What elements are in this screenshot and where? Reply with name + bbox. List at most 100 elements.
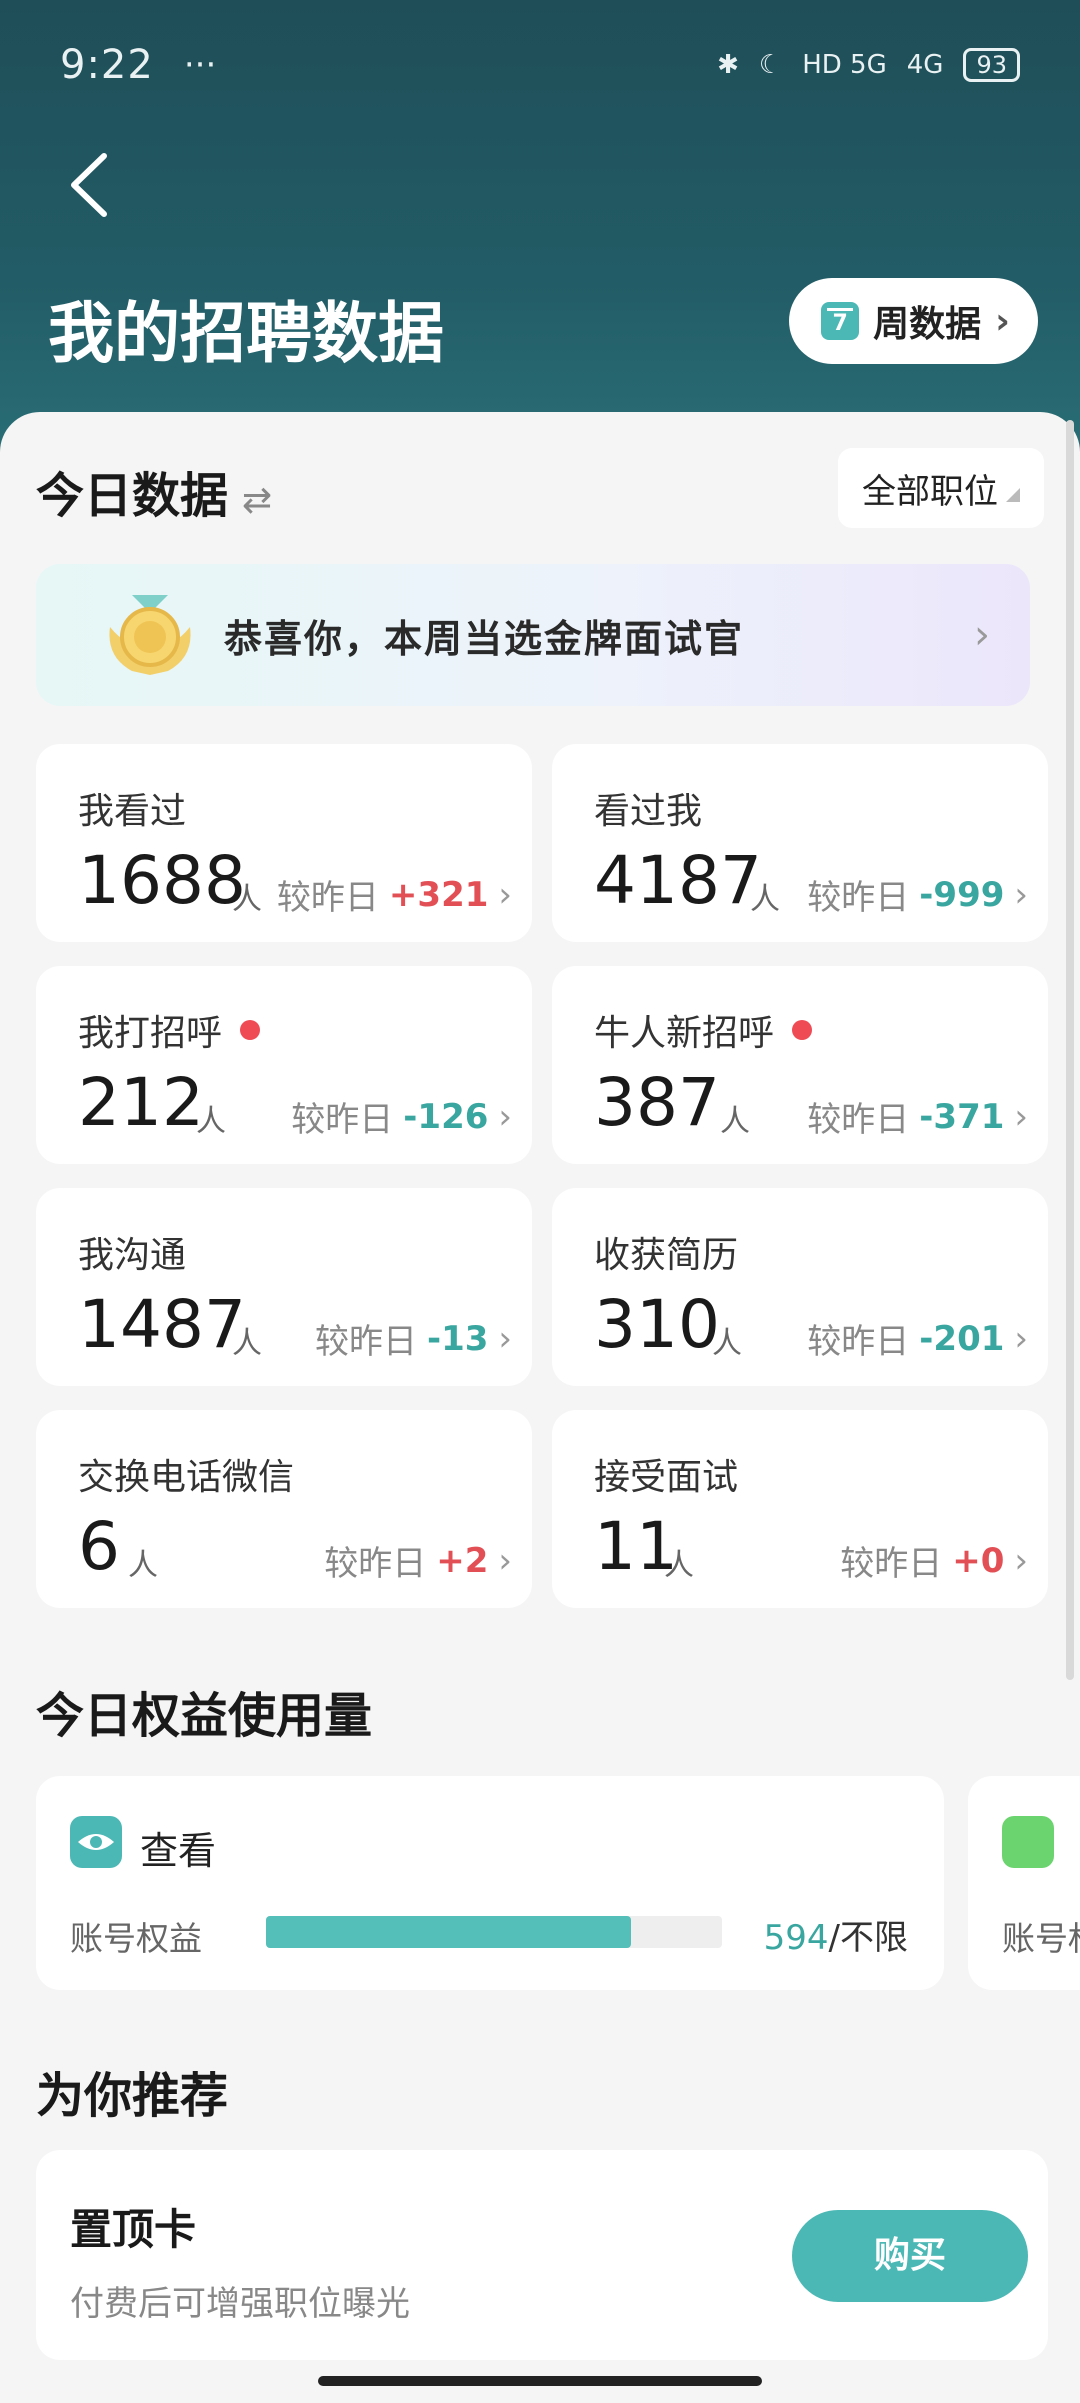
stat-delta: -13	[426, 1318, 489, 1359]
status-more-icon: ···	[183, 45, 217, 85]
stat-card-exchange-contact[interactable]: 交换电话微信 6 人 较昨日 +2 ›	[36, 1410, 532, 1608]
stat-unit: 人	[232, 882, 262, 917]
gold-interviewer-banner[interactable]: 恭喜你，本周当选金牌面试官 ›	[36, 564, 1030, 706]
stat-unit: 人	[196, 1104, 226, 1139]
chevron-right-icon: ›	[498, 1318, 512, 1359]
chevron-right-icon: ›	[498, 874, 512, 915]
benefit-limit: /不限	[828, 1918, 908, 1958]
network-5g: HD 5G	[802, 50, 887, 80]
compare-label: 较昨日	[840, 1544, 943, 1584]
chevron-right-icon: ›	[1014, 1540, 1028, 1581]
chevron-right-icon: ›	[498, 1096, 512, 1137]
calendar-icon: 7	[821, 302, 860, 340]
stat-label: 交换电话微信	[78, 1457, 295, 1498]
benefit-used: 594	[763, 1918, 829, 1958]
compare-label: 较昨日	[314, 1322, 417, 1362]
status-time: 9:22	[60, 42, 154, 88]
moon-icon: ☾	[758, 50, 783, 80]
stat-value: 1688	[78, 842, 246, 919]
stat-unit: 人	[128, 1548, 158, 1583]
stat-unit: 人	[720, 1104, 750, 1139]
stat-label: 我看过	[78, 791, 187, 832]
week-data-button[interactable]: 7 周数据 ›	[789, 278, 1038, 364]
stat-delta: +0	[952, 1540, 1005, 1581]
stat-value: 310	[594, 1286, 720, 1363]
stat-delta: +2	[436, 1540, 489, 1581]
stat-card-interviews[interactable]: 接受面试 11 人 较昨日 +0 ›	[552, 1410, 1048, 1608]
stat-label: 看过我	[594, 791, 703, 832]
back-arrow-icon[interactable]	[64, 150, 114, 220]
compare-label: 较昨日	[807, 878, 910, 918]
compare-label: 较昨日	[276, 878, 379, 918]
benefit-label: 账号权	[1002, 1919, 1080, 1958]
benefit-card-view[interactable]: 查看 账号权益 594/不限	[36, 1776, 944, 1990]
stat-card-greeted[interactable]: 我打招呼 212 人 较昨日 -126 ›	[36, 966, 532, 1164]
stat-label: 牛人新招呼	[594, 1013, 775, 1054]
stat-unit: 人	[712, 1326, 742, 1361]
benefit-progress-bar	[266, 1916, 722, 1948]
stat-unit: 人	[664, 1548, 694, 1583]
chevron-right-icon: ›	[498, 1540, 512, 1581]
page-title: 我的招聘数据	[48, 295, 444, 372]
benefit-progress-fill	[266, 1916, 631, 1948]
recommend-heading: 为你推荐	[36, 2068, 229, 2124]
chevron-right-icon: ›	[1014, 1318, 1028, 1359]
recommend-desc: 付费后可增强职位曝光	[70, 2284, 410, 2324]
chat-icon	[1002, 1816, 1054, 1868]
stat-delta: -999	[919, 874, 1005, 915]
chevron-right-icon: ›	[974, 612, 990, 658]
stat-delta: -201	[919, 1318, 1005, 1359]
stat-delta: -126	[403, 1096, 489, 1137]
stat-unit: 人	[750, 882, 780, 917]
stat-card-resumes[interactable]: 收获简历 310 人 较昨日 -201 ›	[552, 1188, 1048, 1386]
bluetooth-icon: ✱	[717, 50, 739, 80]
swap-icon[interactable]: ⇄	[242, 480, 272, 521]
chevron-right-icon: ›	[1014, 874, 1028, 915]
compare-label: 较昨日	[807, 1322, 910, 1362]
gold-medal-icon	[109, 595, 191, 675]
network-4g: 4G	[906, 50, 944, 80]
week-data-label: 周数据	[873, 304, 982, 345]
stat-card-communicated[interactable]: 我沟通 1487 人 较昨日 -13 ›	[36, 1188, 532, 1386]
stat-card-viewed[interactable]: 我看过 1688 人 较昨日 +321 ›	[36, 744, 532, 942]
dropdown-triangle-icon	[1006, 488, 1020, 502]
benefits-heading: 今日权益使用量	[36, 1688, 373, 1744]
stat-label: 我打招呼	[78, 1013, 223, 1054]
stat-delta: +321	[388, 874, 489, 915]
benefit-card-next[interactable]: 账号权	[968, 1776, 1080, 1990]
stat-value: 387	[594, 1064, 720, 1141]
benefit-label: 账号权益	[70, 1919, 202, 1958]
today-data-title: 今日数据	[36, 468, 229, 524]
stat-unit: 人	[232, 1326, 262, 1361]
header-background: 9:22 ··· ✱ ☾ HD 5G 4G 93 我的招聘数据 7 周数据 ›	[0, 0, 1080, 460]
benefit-usage: 594/不限	[764, 1910, 908, 1959]
battery-icon: 93	[963, 48, 1020, 82]
recommend-title: 置顶卡	[70, 2205, 197, 2254]
home-indicator[interactable]	[318, 2376, 762, 2386]
eye-icon	[70, 1816, 122, 1868]
buy-button[interactable]: 购买	[792, 2210, 1028, 2302]
recommend-card-top[interactable]: 置顶卡 付费后可增强职位曝光 购买	[36, 2150, 1048, 2360]
compare-label: 较昨日	[291, 1100, 394, 1140]
banner-text: 恭喜你，本周当选金牌面试官	[224, 616, 745, 661]
compare-label: 较昨日	[807, 1100, 910, 1140]
benefit-title: 查看	[140, 1829, 217, 1873]
stat-value: 6	[78, 1508, 120, 1585]
stat-card-new-greetings[interactable]: 牛人新招呼 387 人 较昨日 -371 ›	[552, 966, 1048, 1164]
today-data-heading: 今日数据 ⇄	[36, 456, 272, 526]
stat-value: 212	[78, 1064, 204, 1141]
stat-delta: -371	[919, 1096, 1005, 1137]
stat-card-viewed-me[interactable]: 看过我 4187 人 较昨日 -999 ›	[552, 744, 1048, 942]
stat-label: 接受面试	[594, 1457, 739, 1498]
stat-label: 收获简历	[594, 1235, 739, 1276]
scrollbar[interactable]	[1066, 420, 1074, 1680]
job-filter-dropdown[interactable]: 全部职位	[838, 448, 1044, 528]
compare-label: 较昨日	[324, 1544, 427, 1584]
job-filter-label: 全部职位	[862, 471, 998, 512]
chevron-right-icon: ›	[995, 300, 1010, 342]
stat-value: 1487	[78, 1286, 246, 1363]
chevron-right-icon: ›	[1014, 1096, 1028, 1137]
stat-value: 4187	[594, 842, 762, 919]
red-dot-badge	[240, 1020, 261, 1040]
status-bar: 9:22 ··· ✱ ☾ HD 5G 4G 93	[60, 40, 1020, 90]
